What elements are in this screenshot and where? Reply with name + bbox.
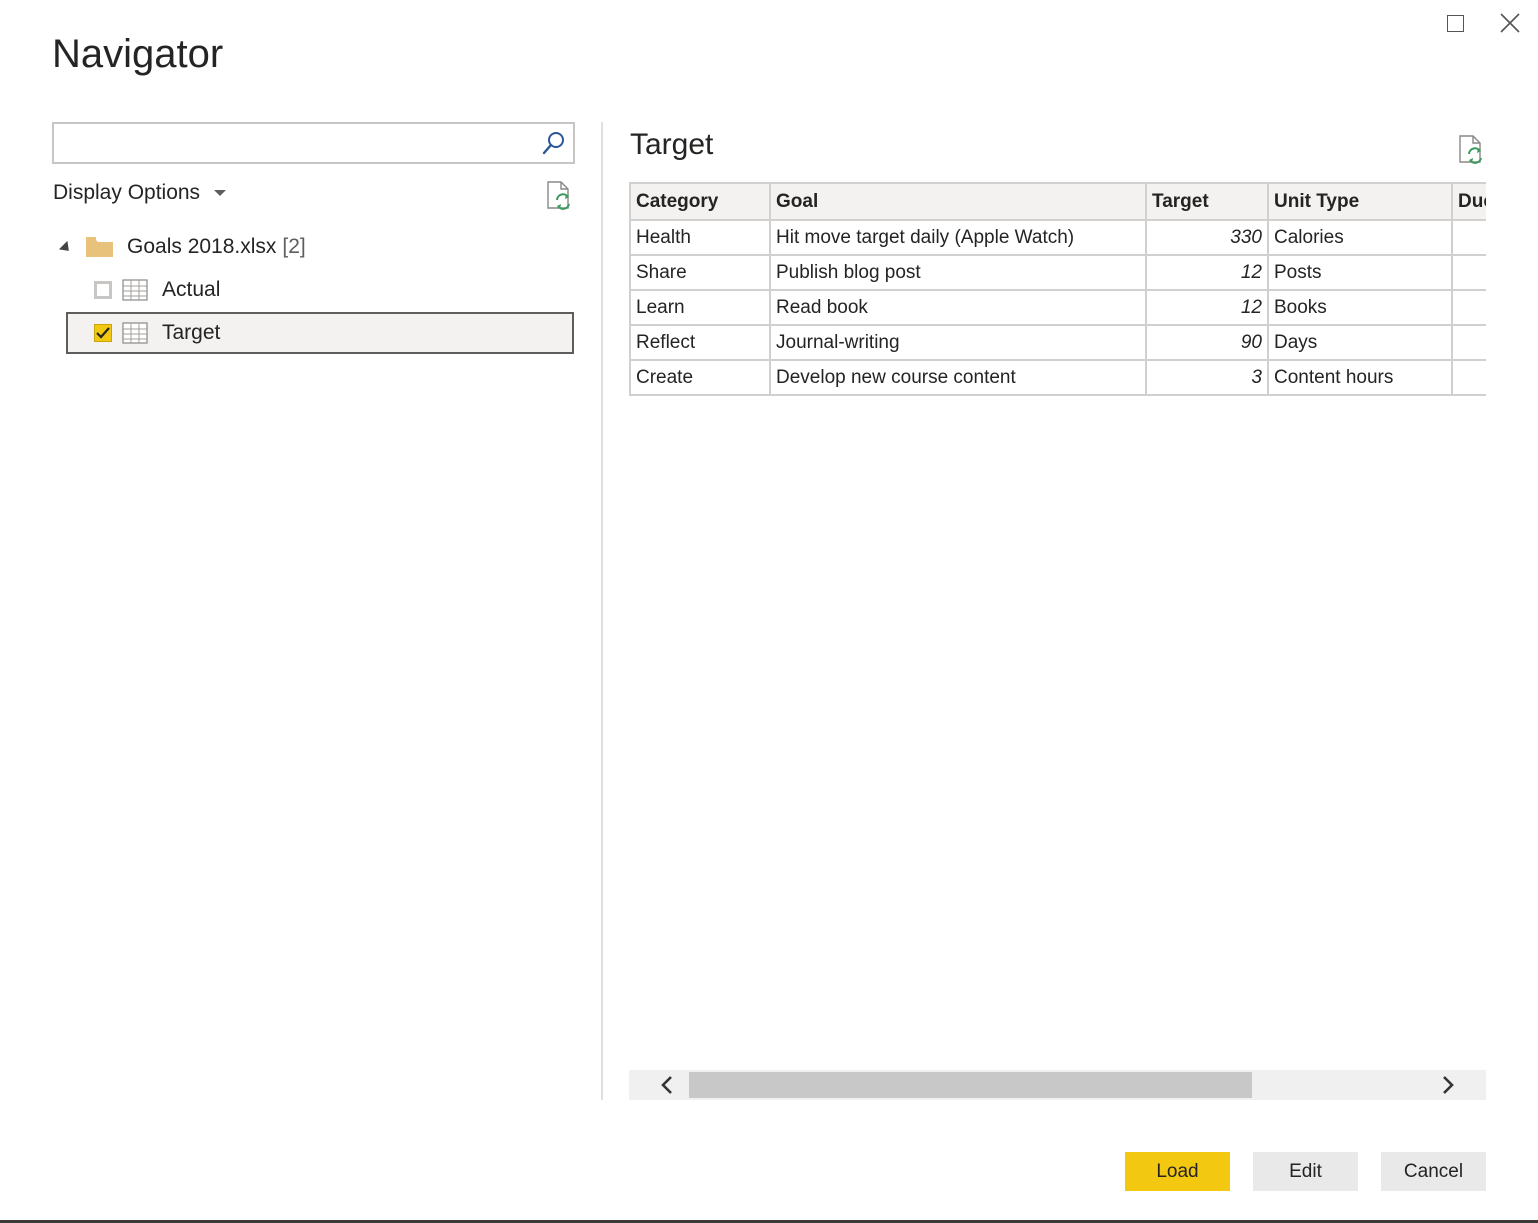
display-options-dropdown[interactable]: Display Options bbox=[53, 181, 227, 205]
cell: Posts bbox=[1267, 254, 1453, 291]
column-header[interactable]: Category bbox=[629, 182, 771, 221]
cell: 90 bbox=[1145, 324, 1269, 361]
preview-grid[interactable]: Category Goal Target Unit Type Due Healt… bbox=[629, 182, 1486, 406]
table-row: Learn Read book 12 Books bbox=[629, 289, 1486, 326]
close-icon bbox=[1500, 13, 1520, 33]
table-row: Share Publish blog post 12 Posts bbox=[629, 254, 1486, 291]
cell: Health bbox=[629, 219, 771, 256]
expand-collapse-icon[interactable] bbox=[58, 240, 74, 256]
data-table: Category Goal Target Unit Type Due Healt… bbox=[629, 182, 1486, 396]
scrollbar-thumb[interactable] bbox=[689, 1072, 1252, 1098]
cell: Develop new course content bbox=[769, 359, 1147, 396]
close-button[interactable] bbox=[1492, 6, 1528, 40]
refresh-icon bbox=[547, 181, 570, 210]
column-header[interactable]: Unit Type bbox=[1267, 182, 1453, 221]
tree-item-label: Target bbox=[162, 321, 221, 344]
chevron-down-icon bbox=[214, 190, 227, 196]
tree-item-label: Actual bbox=[162, 278, 221, 301]
cell bbox=[1451, 289, 1486, 326]
maximize-icon bbox=[1446, 14, 1464, 32]
dialog-title: Navigator bbox=[52, 32, 224, 76]
cell bbox=[1451, 254, 1486, 291]
tree-node-workbook[interactable]: Goals 2018.xlsx [2] bbox=[58, 230, 306, 264]
preview-refresh-button[interactable] bbox=[1456, 134, 1486, 169]
maximize-button[interactable] bbox=[1437, 6, 1473, 40]
checkmark-icon bbox=[96, 327, 110, 339]
refresh-icon bbox=[1459, 135, 1482, 164]
cell: Reflect bbox=[629, 324, 771, 361]
refresh-button[interactable] bbox=[544, 180, 574, 215]
preview-title: Target bbox=[630, 128, 714, 161]
cell: Read book bbox=[769, 289, 1147, 326]
folder-icon bbox=[86, 237, 113, 257]
scroll-right-button[interactable] bbox=[1428, 1070, 1468, 1100]
cell: Content hours bbox=[1267, 359, 1453, 396]
horizontal-scrollbar[interactable] bbox=[629, 1070, 1486, 1100]
table-icon bbox=[122, 279, 148, 301]
cancel-button[interactable]: Cancel bbox=[1381, 1152, 1486, 1191]
tree-item-actual[interactable]: Actual bbox=[66, 269, 574, 311]
table-row: Reflect Journal-writing 90 Days bbox=[629, 324, 1486, 361]
cell: Hit move target daily (Apple Watch) bbox=[769, 219, 1147, 256]
search-icon[interactable] bbox=[541, 130, 567, 156]
cell: Learn bbox=[629, 289, 771, 326]
table-icon bbox=[122, 322, 148, 344]
pane-divider[interactable] bbox=[601, 122, 603, 1100]
cell: Share bbox=[629, 254, 771, 291]
search-input[interactable] bbox=[60, 130, 534, 158]
table-row: Health Hit move target daily (Apple Watc… bbox=[629, 219, 1486, 256]
tree-item-target[interactable]: Target bbox=[66, 312, 574, 354]
cell: Calories bbox=[1267, 219, 1453, 256]
cell: 3 bbox=[1145, 359, 1269, 396]
cell bbox=[1451, 324, 1486, 361]
load-button[interactable]: Load bbox=[1125, 1152, 1230, 1191]
edit-button[interactable]: Edit bbox=[1253, 1152, 1358, 1191]
cell: Create bbox=[629, 359, 771, 396]
cell: 330 bbox=[1145, 219, 1269, 256]
cell: Books bbox=[1267, 289, 1453, 326]
column-header[interactable]: Goal bbox=[769, 182, 1147, 221]
chevron-left-icon bbox=[661, 1076, 672, 1094]
header-row: Category Goal Target Unit Type Due bbox=[629, 182, 1486, 221]
table-row: Create Develop new course content 3 Cont… bbox=[629, 359, 1486, 396]
chevron-right-icon bbox=[1443, 1076, 1454, 1094]
cell: Days bbox=[1267, 324, 1453, 361]
search-box[interactable] bbox=[52, 122, 575, 164]
cell: 12 bbox=[1145, 289, 1269, 326]
workbook-name: Goals 2018.xlsx bbox=[127, 235, 277, 258]
item-count: [2] bbox=[282, 235, 306, 258]
checkbox-target[interactable] bbox=[94, 324, 112, 342]
column-header[interactable]: Due bbox=[1451, 182, 1486, 221]
cell bbox=[1451, 359, 1486, 396]
checkbox-actual[interactable] bbox=[94, 281, 112, 299]
display-options-label: Display Options bbox=[53, 181, 201, 204]
cell: 12 bbox=[1145, 254, 1269, 291]
cell bbox=[1451, 219, 1486, 256]
cell: Publish blog post bbox=[769, 254, 1147, 291]
scroll-left-button[interactable] bbox=[647, 1070, 687, 1100]
column-header[interactable]: Target bbox=[1145, 182, 1269, 221]
cell: Journal-writing bbox=[769, 324, 1147, 361]
